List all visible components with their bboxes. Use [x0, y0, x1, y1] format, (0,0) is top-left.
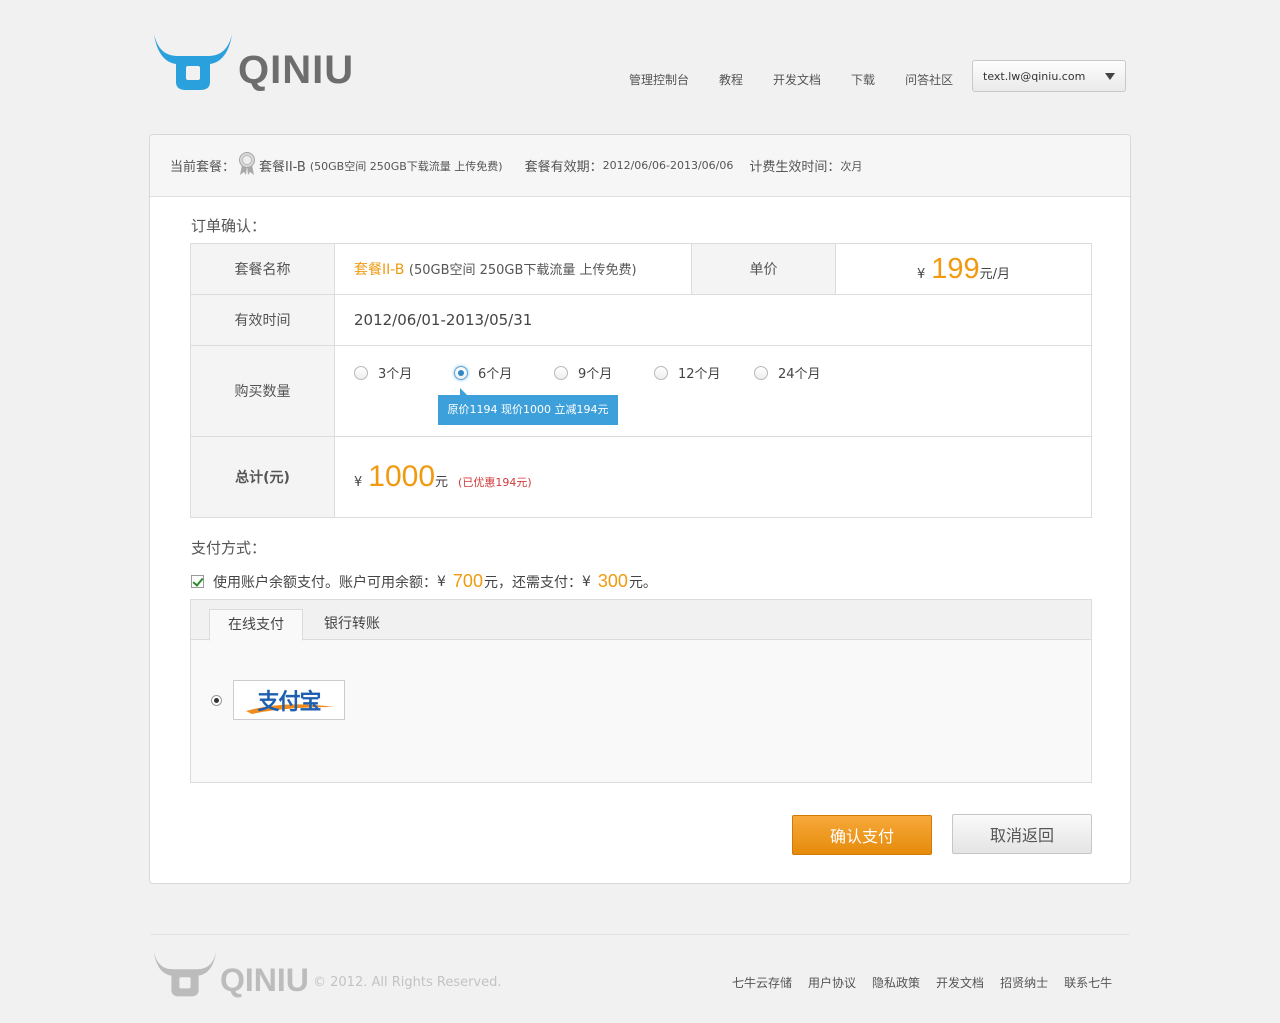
order-card: 当前套餐： 套餐II-B (50GB空间 250GB下载流量 上传免费) 套餐有…	[149, 134, 1131, 884]
total-value: 1000	[368, 460, 436, 493]
bull-icon	[153, 951, 217, 997]
option-label: 6个月	[478, 367, 513, 382]
quantity-option-24[interactable]: 24个月	[754, 363, 854, 382]
total-suffix: 元	[435, 475, 449, 490]
currency-symbol: ¥	[916, 266, 926, 282]
valid-label: 套餐有效期：	[524, 160, 603, 175]
table-row: 套餐名称 套餐II-B (50GB空间 250GB下载流量 上传免费) 单价 ¥…	[190, 243, 1092, 295]
period-value: 2012/06/01-2013/05/31	[334, 294, 1092, 346]
radio-button[interactable]	[554, 365, 568, 380]
cancel-return-button[interactable]: 取消返回	[952, 814, 1092, 854]
price-tooltip: 原价1194 现价1000 立减194元	[438, 388, 618, 425]
nav-console[interactable]: 管理控制台	[629, 71, 689, 88]
unit-price-label: 单价	[691, 243, 836, 295]
use-balance-option[interactable]: 使用账户余额支付。账户可用余额： ¥ 700 元，还需支付： ¥ 300 元。	[191, 571, 657, 592]
quantity-cell: 3个月 6个月 9个月 12个月 24个月 原价1194 现价1000 立减19…	[334, 345, 1092, 437]
quantity-option-6[interactable]: 6个月	[454, 363, 554, 382]
remaining-amount: 300	[597, 571, 628, 591]
confirm-payment-button[interactable]: 确认支付	[792, 815, 932, 855]
radio-button[interactable]	[654, 365, 668, 380]
plan-name-desc: (50GB空间 250GB下载流量 上传免费)	[408, 263, 637, 278]
balance-checkbox[interactable]	[191, 575, 204, 588]
radio-button[interactable]	[754, 365, 768, 380]
copyright: © 2012. All Rights Reserved.	[313, 975, 502, 990]
plan-name-value: 套餐II-B	[354, 262, 405, 278]
footer-link-privacy[interactable]: 隐私政策	[872, 974, 920, 991]
alipay-logo[interactable]: 支付宝	[233, 680, 345, 720]
plan-name-cell: 套餐II-B (50GB空间 250GB下载流量 上传免费)	[334, 243, 692, 295]
chevron-down-icon	[1105, 72, 1115, 80]
table-row: 有效时间 2012/06/01-2013/05/31	[190, 294, 1092, 346]
option-label: 12个月	[678, 367, 721, 382]
alipay-radio[interactable]	[211, 694, 222, 706]
tab-online-payment[interactable]: 在线支付	[209, 609, 303, 641]
alipay-logo-text: 支付宝	[257, 690, 321, 715]
billing-value: 次月	[840, 159, 863, 173]
footer-logo[interactable]: QINIU	[150, 950, 309, 998]
quantity-option-12[interactable]: 12个月	[654, 363, 754, 382]
total-label: 总计(元)	[190, 436, 335, 518]
footer-link-careers[interactable]: 招贤纳士	[1000, 974, 1048, 991]
order-title: 订单确认：	[191, 217, 267, 235]
radio-button-selected[interactable]	[454, 365, 468, 380]
alipay-option[interactable]: 支付宝	[211, 680, 345, 720]
period-label: 有效时间	[190, 294, 335, 346]
discount-text: (已优惠194元)	[458, 476, 532, 489]
qiniu-logo[interactable]: QINIU	[150, 30, 354, 93]
footer-link-qiniu-storage[interactable]: 七牛云存储	[732, 974, 792, 991]
nav-download[interactable]: 下载	[851, 71, 875, 88]
plan-name-label: 套餐名称	[190, 243, 335, 295]
logo-text: QINIU	[238, 48, 355, 92]
quantity-option-3[interactable]: 3个月	[354, 363, 454, 382]
quantity-options: 3个月 6个月 9个月 12个月 24个月	[354, 363, 854, 382]
footer-links: 七牛云存储 用户协议 隐私政策 开发文档 招贤纳士 联系七牛	[724, 974, 1120, 991]
account-dropdown[interactable]: text.lw@qiniu.com	[972, 60, 1126, 92]
current-plan-bar: 当前套餐： 套餐II-B (50GB空间 250GB下载流量 上传免费) 套餐有…	[150, 135, 1130, 197]
quantity-option-9[interactable]: 9个月	[554, 363, 654, 382]
table-row: 总计(元) ¥1000元 (已优惠194元)	[190, 436, 1092, 518]
option-label: 24个月	[778, 367, 821, 382]
account-email: text.lw@qiniu.com	[983, 69, 1086, 83]
current-plan-name: 套餐II-B	[259, 160, 306, 175]
balance-amount: 700	[452, 571, 483, 591]
billing-label: 计费生效时间：	[749, 160, 841, 175]
balance-prefix: 使用账户余额支付。账户可用余额：	[213, 574, 437, 591]
currency-symbol: ¥	[581, 573, 591, 590]
table-row: 购买数量 3个月 6个月 9个月 12个月 24个月 原价1194 现价1000…	[190, 345, 1092, 437]
currency-symbol: ¥	[354, 475, 363, 490]
total-cell: ¥1000元 (已优惠194元)	[334, 436, 1092, 518]
nav-tutorial[interactable]: 教程	[719, 71, 743, 88]
option-label: 3个月	[378, 367, 413, 382]
option-label: 9个月	[578, 367, 613, 382]
current-plan-label: 当前套餐：	[170, 160, 236, 175]
order-table: 套餐名称 套餐II-B (50GB空间 250GB下载流量 上传免费) 单价 ¥…	[190, 243, 1092, 518]
footer-link-docs[interactable]: 开发文档	[936, 974, 984, 991]
medal-icon	[237, 151, 257, 180]
footer-link-user-agreement[interactable]: 用户协议	[808, 974, 856, 991]
balance-suffix: 元。	[628, 574, 657, 591]
unit-price-value: 199	[931, 252, 980, 285]
payment-method-box: 在线支付 银行转账 支付宝	[190, 599, 1092, 783]
quantity-label: 购买数量	[190, 345, 335, 437]
footer-link-contact[interactable]: 联系七牛	[1064, 974, 1112, 991]
bull-icon	[154, 33, 232, 90]
current-plan-desc: (50GB空间 250GB下载流量 上传免费)	[309, 159, 503, 173]
nav-docs[interactable]: 开发文档	[773, 71, 821, 88]
valid-value: 2012/06/06-2013/06/06	[602, 159, 734, 172]
footer-divider	[150, 934, 1130, 935]
radio-button[interactable]	[354, 365, 368, 380]
currency-symbol: ¥	[437, 573, 446, 590]
top-nav: 管理控制台 教程 开发文档 下载 问答社区	[614, 71, 968, 88]
unit-price-cell: ¥199元/月	[835, 243, 1092, 295]
unit-price-suffix: 元/月	[979, 266, 1011, 282]
payment-title: 支付方式：	[191, 539, 267, 557]
footer-logo-text: QINIU	[220, 962, 309, 998]
payment-tabs: 在线支付 银行转账	[191, 600, 1091, 641]
nav-community[interactable]: 问答社区	[905, 71, 953, 88]
balance-mid: 元，还需支付：	[483, 574, 582, 591]
tab-bank-transfer[interactable]: 银行转账	[306, 609, 398, 641]
